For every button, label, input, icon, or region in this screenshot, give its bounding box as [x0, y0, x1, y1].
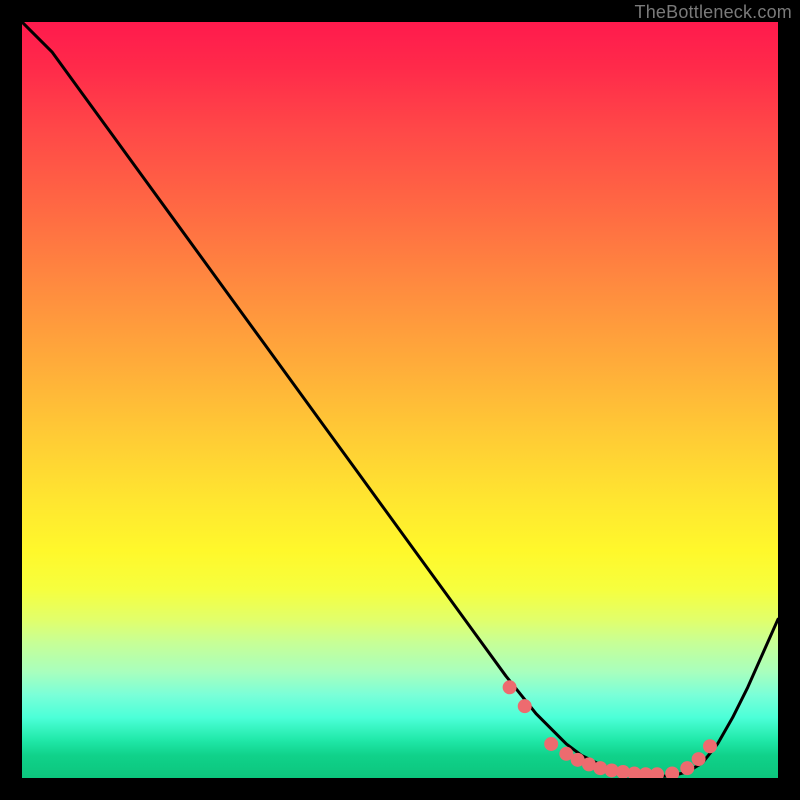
marker-dot	[680, 761, 694, 775]
chart-container: TheBottleneck.com	[0, 0, 800, 800]
chart-svg	[22, 22, 778, 778]
plateau-markers	[503, 680, 717, 778]
marker-dot	[703, 739, 717, 753]
marker-dot	[650, 767, 664, 778]
curve-path	[22, 22, 778, 776]
marker-dot	[503, 680, 517, 694]
bottleneck-curve	[22, 22, 778, 776]
marker-dot	[544, 737, 558, 751]
marker-dot	[665, 766, 679, 778]
plot-area	[22, 22, 778, 778]
marker-dot	[518, 699, 532, 713]
attribution-label: TheBottleneck.com	[635, 2, 792, 23]
marker-dot	[692, 752, 706, 766]
